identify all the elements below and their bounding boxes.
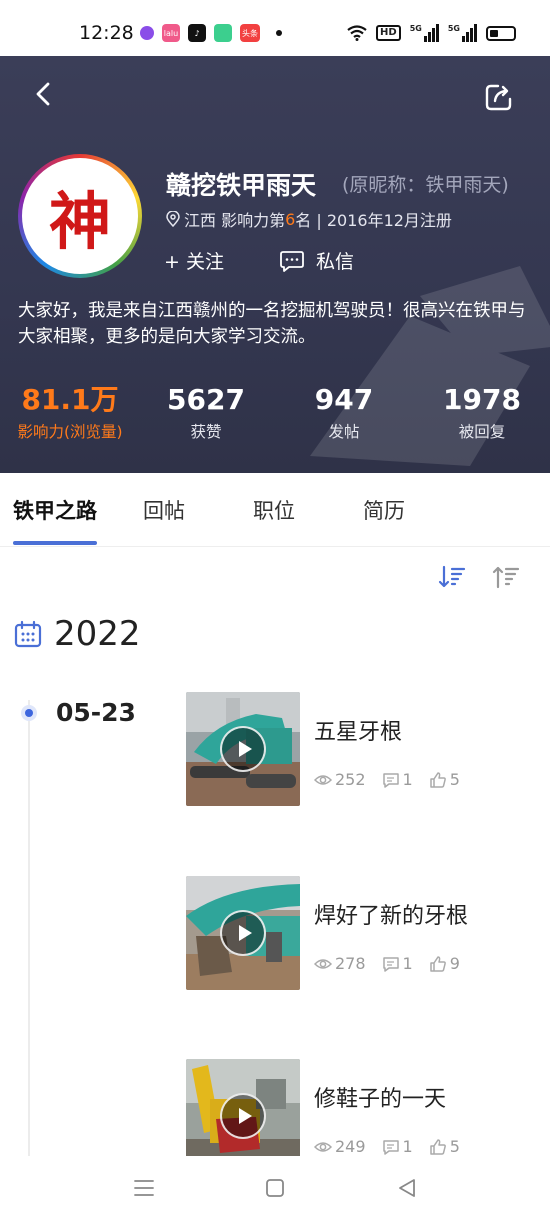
year-header: 2022 [14,612,141,656]
private-message-button[interactable]: 私信 [280,247,354,274]
message-app-icon [214,24,232,42]
wifi-icon [347,25,367,41]
meta-suffix: 名 | 2016年12月注册 [295,211,452,230]
tab-replies[interactable]: 回帖 [143,495,185,525]
stat-likes[interactable]: 5627 获赞 [156,382,256,442]
thumbs-up-icon [429,771,446,788]
stat-label: 发帖 [328,423,360,441]
original-nickname: (原昵称：铁甲雨天) [342,174,509,196]
stat-posts[interactable]: 947 发帖 [294,382,394,442]
follow-button[interactable]: + 关注 [164,247,224,274]
eye-icon [314,1141,332,1152]
toutiao-app-icon: 头条 [240,24,260,42]
timeline-dot [21,705,37,721]
post-stats: 252 1 5 [314,770,476,789]
comment-count: 1 [402,1137,413,1156]
tab-jobs[interactable]: 职位 [253,495,295,525]
post-title: 五星牙根 [314,720,403,745]
tab-resume[interactable]: 简历 [363,495,405,525]
influence-rank: 6 [285,209,296,229]
stat-value: 947 [314,383,374,416]
back-button[interactable] [28,78,60,110]
stat-influence[interactable]: 81.1万 影响力(浏览量) [8,382,132,442]
stat-value: 5627 [167,383,245,416]
thumbs-up-icon [429,955,446,972]
eye-icon [314,958,332,969]
post-thumbnail[interactable] [186,692,300,806]
view-count: 278 [335,954,366,973]
user-bio: 大家好，我是来自江西赣州的一名挖掘机驾驶员！很高兴在铁甲与大家相聚，更多的是向大… [18,301,526,347]
user-meta: 江西 影响力第 6 名 | 2016年12月注册 [166,207,452,231]
avatar[interactable]: 神 [18,154,142,278]
more-notifications-dot [276,30,282,36]
avatar-image: 神 [22,158,138,274]
eye-icon [314,774,332,785]
comment-icon [382,1139,399,1155]
profile-header: 神 赣挖铁甲雨天 (原昵称：铁甲雨天) 江西 影响力第 6 名 | 2016年12月… [0,56,550,473]
comment-icon [382,772,399,788]
post-stats: 249 1 5 [314,1137,476,1156]
system-navigation-bar [0,1156,550,1222]
back-nav-button[interactable] [395,1176,419,1200]
stat-replies[interactable]: 1978 被回复 [432,382,532,442]
view-count: 252 [335,770,366,789]
tab-journey[interactable]: 铁甲之路 [13,495,97,525]
profile-tabs: 铁甲之路 回帖 职位 简历 [0,473,550,547]
stats-row: 81.1万 影响力(浏览量) 5627 获赞 947 发帖 1978 被回复 [0,382,550,452]
stat-value: 1978 [443,383,521,416]
comment-icon [382,956,399,972]
sort-descending-icon[interactable] [438,565,466,589]
play-icon [220,910,266,956]
circle-app-icon [140,26,154,40]
message-icon [280,250,304,272]
home-nav-button[interactable] [263,1176,287,1200]
view-count: 249 [335,1137,366,1156]
user-nickname: 赣挖铁甲雨天 [166,171,317,200]
active-tab-indicator [13,541,97,545]
comment-count: 1 [402,954,413,973]
like-count: 5 [449,770,460,789]
status-time: 12:28 [79,22,134,44]
comment-count: 1 [402,770,413,789]
share-button[interactable] [484,82,514,112]
stat-label: 被回复 [458,423,506,441]
sort-ascending-icon[interactable] [492,565,520,589]
post-title: 焊好了新的牙根 [314,904,469,929]
status-system-icons: HD 5G 5G [347,24,516,42]
post-card[interactable]: 焊好了新的牙根 278 1 9 [186,876,536,992]
post-card[interactable]: 五星牙根 252 1 5 [186,692,536,808]
signal-5g-icon-1: 5G [410,24,439,42]
hd-voice-icon: HD [376,25,401,41]
status-app-icons: lalu ♪ 头条 [140,24,282,42]
timeline-date: 05-23 [56,698,136,727]
post-title: 修鞋子的一天 [314,1087,447,1112]
signal-5g-icon-2: 5G [448,24,477,42]
message-label: 私信 [316,251,355,273]
thumbs-up-icon [429,1138,446,1155]
like-count: 5 [449,1137,460,1156]
battery-icon [486,25,516,41]
stat-value: 81.1万 [21,383,119,416]
post-stats: 278 1 9 [314,954,476,973]
timeline-year: 2022 [54,614,141,654]
menu-nav-button[interactable] [132,1176,156,1200]
meta-prefix: 江西 影响力第 [184,211,286,230]
status-bar: 12:28 lalu ♪ 头条 HD 5G 5G [0,0,550,56]
timeline-line [28,700,30,1156]
calendar-icon [14,620,42,648]
chat-app-icon: lalu [162,24,180,42]
location-pin-icon [166,211,180,227]
like-count: 9 [449,954,460,973]
post-thumbnail[interactable] [186,876,300,990]
stat-label: 影响力(浏览量) [17,423,123,441]
tiktok-app-icon: ♪ [188,24,206,42]
stat-label: 获赞 [190,423,222,441]
play-icon [220,1093,266,1139]
play-icon [220,726,266,772]
